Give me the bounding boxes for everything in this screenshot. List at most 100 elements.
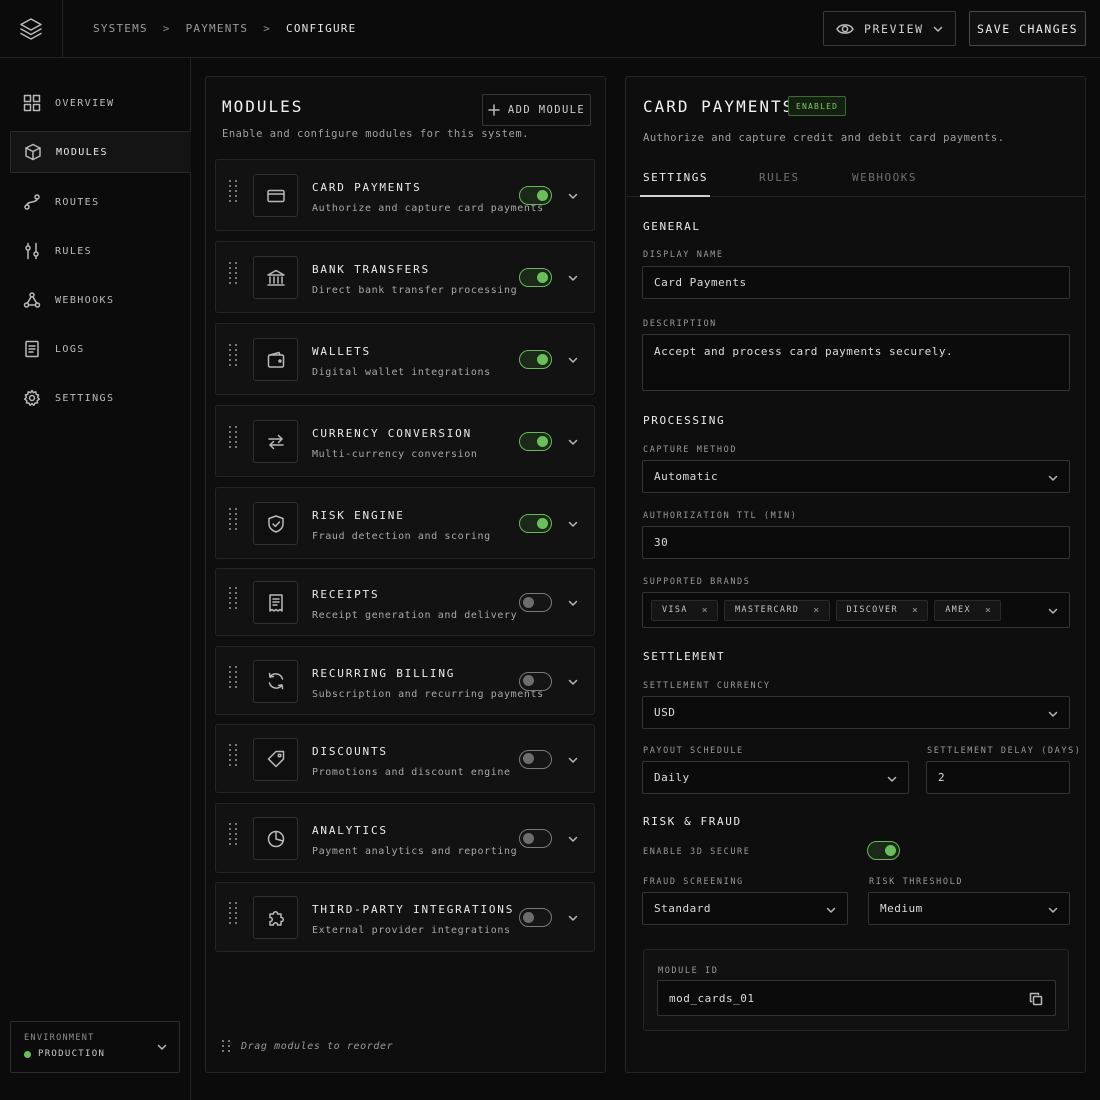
chevron-down-icon[interactable] — [568, 598, 578, 608]
sidebar-item-label: SETTINGS — [55, 392, 115, 404]
details-subtitle: Authorize and capture credit and debit c… — [643, 132, 1005, 144]
chevron-down-icon[interactable] — [568, 834, 578, 844]
module-description: Receipt generation and delivery — [312, 610, 518, 621]
3d-secure-toggle[interactable] — [867, 841, 900, 860]
remove-chip-icon[interactable]: × — [912, 605, 919, 616]
module-enable-toggle[interactable] — [519, 593, 552, 612]
remove-chip-icon[interactable]: × — [813, 605, 820, 616]
module-enable-toggle[interactable] — [519, 829, 552, 848]
breadcrumb-item-systems[interactable]: SYSTEMS — [93, 22, 148, 35]
sidebar-item-overview[interactable]: OVERVIEW — [10, 82, 191, 124]
drag-handle-icon[interactable] — [229, 587, 238, 609]
drag-handle-icon[interactable] — [229, 823, 238, 845]
settlement-currency-value: USD — [654, 706, 676, 719]
drag-handle-icon[interactable] — [229, 180, 238, 202]
display-name-input[interactable]: Card Payments — [642, 266, 1070, 299]
module-enable-toggle[interactable] — [519, 186, 552, 205]
chevron-down-icon[interactable] — [933, 24, 943, 34]
reorder-hint: Drag modules to reorder — [222, 1040, 393, 1052]
module-card[interactable]: CURRENCY CONVERSION Multi-currency conver… — [215, 405, 595, 477]
save-changes-button[interactable]: SAVE CHANGES — [969, 11, 1086, 46]
module-icon — [253, 256, 298, 299]
module-card[interactable]: THIRD-PARTY INTEGRATIONS External provide… — [215, 882, 595, 952]
risk-threshold-value: Medium — [880, 902, 923, 915]
environment-value: PRODUCTION — [38, 1049, 106, 1059]
breadcrumb: SYSTEMS > PAYMENTS > CONFIGURE — [93, 22, 356, 35]
module-card[interactable]: RISK ENGINE Fraud detection and scoring — [215, 487, 595, 559]
module-card[interactable]: CARD PAYMENTS Authorize and capture card … — [215, 159, 595, 231]
drag-handle-icon[interactable] — [229, 344, 238, 366]
toggle-knob — [537, 353, 548, 365]
add-module-button[interactable]: ADD MODULE — [482, 94, 591, 126]
payout-schedule-select[interactable]: Daily — [642, 761, 909, 794]
toggle-knob — [523, 911, 534, 923]
environment-selector[interactable]: ENVIRONMENT PRODUCTION — [10, 1021, 180, 1073]
payout-schedule-value: Daily — [654, 771, 690, 784]
module-card[interactable]: DISCOUNTS Promotions and discount engine — [215, 724, 595, 793]
module-icon — [253, 659, 298, 703]
webhook-icon — [23, 291, 41, 309]
chevron-down-icon[interactable] — [568, 191, 578, 201]
route-icon — [23, 193, 41, 211]
fraud-screening-select[interactable]: Standard — [642, 892, 848, 925]
chevron-down-icon[interactable] — [568, 437, 578, 447]
chevron-down-icon[interactable] — [568, 355, 578, 365]
refresh-icon — [268, 672, 283, 690]
module-enable-toggle[interactable] — [519, 432, 552, 451]
section-settlement-heading: SETTLEMENT — [643, 650, 726, 663]
sidebar-item-settings[interactable]: SETTINGS — [10, 377, 191, 419]
chevron-down-icon[interactable] — [568, 519, 578, 529]
module-icon — [253, 737, 298, 781]
toggle-knob — [523, 596, 534, 608]
module-description: Subscription and recurring payments — [312, 688, 544, 700]
settlement-currency-select[interactable]: USD — [642, 696, 1070, 729]
document-icon — [23, 340, 41, 358]
drag-handle-icon[interactable] — [229, 426, 238, 448]
credit-card-icon — [266, 189, 285, 202]
tab-rules[interactable]: RULES — [759, 171, 800, 184]
chevron-down-icon[interactable] — [568, 273, 578, 283]
tab-settings[interactable]: SETTINGS — [643, 171, 708, 184]
drag-handle-icon[interactable] — [229, 262, 238, 284]
module-enable-toggle[interactable] — [519, 749, 552, 769]
module-id-value: mod_cards_01 — [669, 991, 755, 1005]
sidebar-item-modules[interactable]: MODULES — [10, 131, 191, 173]
sidebar-item-rules[interactable]: RULES — [10, 230, 191, 272]
module-card[interactable]: RECURRING BILLING Subscription and recurr… — [215, 646, 595, 715]
copy-icon[interactable] — [1029, 992, 1043, 1006]
capture-method-select[interactable]: Automatic — [642, 460, 1070, 493]
risk-threshold-select[interactable]: Medium — [868, 892, 1070, 925]
drag-handle-icon[interactable] — [229, 508, 238, 530]
module-enable-toggle[interactable] — [519, 908, 552, 927]
chevron-down-icon[interactable] — [568, 755, 578, 765]
chevron-down-icon — [1048, 905, 1058, 915]
module-enable-toggle[interactable] — [519, 514, 552, 533]
module-card[interactable]: ANALYTICS Payment analytics and reporting — [215, 803, 595, 873]
remove-chip-icon[interactable]: × — [702, 605, 709, 616]
breadcrumb-item-payments[interactable]: PAYMENTS — [186, 22, 249, 35]
remove-chip-icon[interactable]: × — [985, 605, 992, 616]
settlement-delay-input[interactable]: 2 — [926, 761, 1070, 794]
chevron-down-icon[interactable] — [568, 677, 578, 687]
sidebar-item-logs[interactable]: LOGS — [10, 328, 191, 370]
chevron-down-icon[interactable] — [568, 913, 578, 923]
drag-handle-icon[interactable] — [229, 902, 238, 924]
drag-handle-icon[interactable] — [229, 743, 238, 766]
module-enable-toggle[interactable] — [519, 268, 552, 287]
module-enable-toggle[interactable] — [519, 350, 552, 369]
supported-brands-multiselect[interactable]: VISA × MASTERCARD × DISCOVER × AMEX × — [642, 592, 1070, 628]
module-card[interactable]: RECEIPTS Receipt generation and delivery — [215, 568, 595, 636]
module-card[interactable]: WALLETS Digital wallet integrations — [215, 323, 595, 395]
logo-layers-icon[interactable] — [0, 0, 63, 58]
module-card[interactable]: BANK TRANSFERS Direct bank transfer proce… — [215, 241, 595, 313]
sidebar-item-webhooks[interactable]: WEBHOOKS — [10, 279, 191, 321]
module-enable-toggle[interactable] — [519, 671, 552, 691]
preview-button[interactable]: PREVIEW — [823, 11, 956, 46]
description-textarea[interactable]: Accept and process card payments securel… — [642, 334, 1070, 391]
authorization-ttl-input[interactable]: 30 — [642, 526, 1070, 559]
drag-handle-icon[interactable] — [229, 665, 238, 688]
module-name: CARD PAYMENTS — [312, 181, 422, 194]
settlement-delay-label: SETTLEMENT DELAY (DAYS) — [927, 746, 1082, 756]
tab-webhooks[interactable]: WEBHOOKS — [852, 171, 917, 184]
sidebar-item-routes[interactable]: ROUTES — [10, 181, 191, 223]
